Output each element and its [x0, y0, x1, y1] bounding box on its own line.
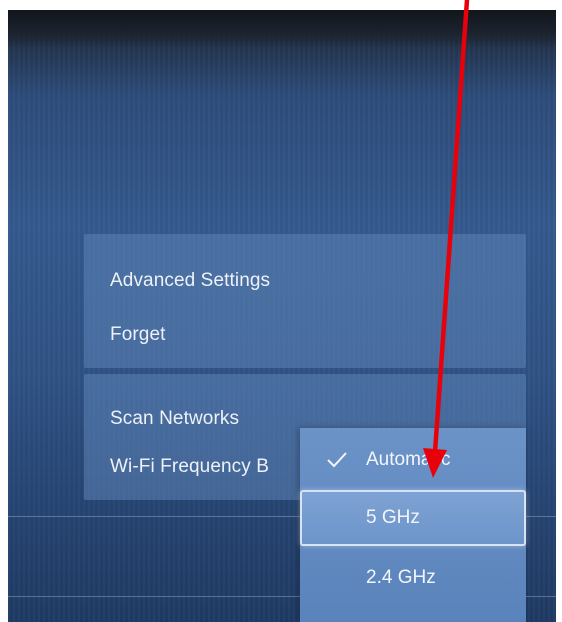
option-2-4ghz-label: 2.4 GHz [366, 567, 436, 588]
settings-menu-group-1: Advanced Settings Forget [84, 234, 526, 368]
checkmark-icon [327, 452, 347, 468]
console-screen-photo: Advanced Settings Forget Scan Networks W… [8, 10, 556, 622]
menu-item-wifi-frequency-band[interactable]: Wi-Fi Frequency B [110, 456, 269, 478]
option-5ghz[interactable]: 5 GHz [300, 490, 526, 546]
option-5ghz-label: 5 GHz [366, 507, 420, 528]
option-automatic[interactable]: Automatic [300, 432, 526, 488]
frequency-dropdown: Automatic 5 GHz 2.4 GHz [300, 428, 526, 622]
screen-top-bezel [8, 10, 556, 48]
option-automatic-label: Automatic [366, 449, 451, 470]
option-2-4ghz[interactable]: 2.4 GHz [300, 550, 526, 606]
menu-item-scan-networks[interactable]: Scan Networks [110, 408, 239, 430]
menu-item-advanced-settings[interactable]: Advanced Settings [110, 270, 270, 292]
menu-item-forget[interactable]: Forget [110, 324, 166, 346]
